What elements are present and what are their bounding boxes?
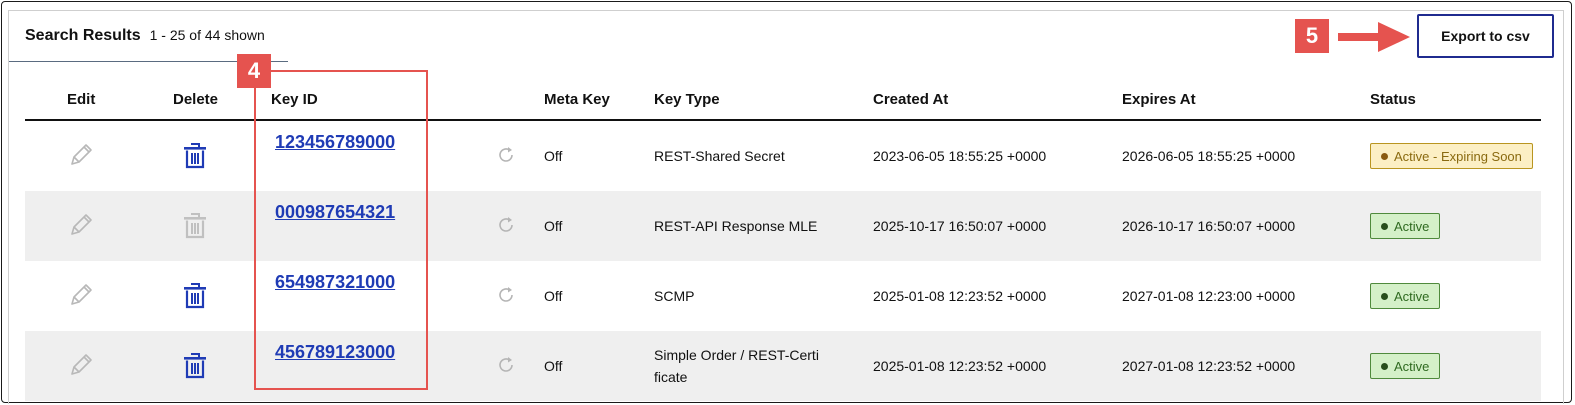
created-at-value: 2023-06-05 18:55:25 +0000 [873, 148, 1047, 164]
meta-key-value: Off [544, 288, 563, 304]
callout-badge-export: 5 [1295, 19, 1329, 53]
pencil-icon [67, 211, 95, 242]
table-row: 654987321000 Off SCMP 2025-01-08 12:23:52 +… [25, 261, 1541, 331]
status-label: Active - Expiring Soon [1394, 148, 1522, 164]
results-count: 1 - 25 of 44 shown [149, 27, 265, 43]
delete-button[interactable] [182, 331, 208, 401]
expires-at-value: 2027-01-08 12:23:00 +0000 [1122, 288, 1296, 304]
status-label: Active [1394, 358, 1430, 374]
key-id-link[interactable]: 456789123000 [275, 342, 395, 363]
trash-icon [182, 141, 208, 172]
expires-at-value: 2026-10-17 16:50:07 +0000 [1122, 218, 1296, 234]
column-header-meta-key[interactable]: Meta Key [544, 91, 610, 108]
key-id-link[interactable]: 000987654321 [275, 202, 395, 223]
expires-at-value: 2027-01-08 12:23:52 +0000 [1122, 358, 1296, 374]
rotate-icon [497, 356, 515, 377]
trash-icon [182, 211, 208, 242]
created-at-value: 2025-01-08 12:23:52 +0000 [873, 288, 1047, 304]
trash-icon [182, 281, 208, 312]
key-id-link[interactable]: 123456789000 [275, 132, 395, 153]
expires-at-value: 2026-06-05 18:55:25 +0000 [1122, 148, 1296, 164]
column-header-expires-at[interactable]: Expires At [1122, 91, 1196, 108]
column-header-key-type[interactable]: Key Type [654, 91, 720, 108]
key-type-value: REST-API Response MLE [654, 191, 817, 261]
column-header-key-id[interactable]: Key ID [271, 91, 318, 108]
key-type-line-2: ficate [654, 369, 688, 385]
edit-button[interactable] [67, 191, 95, 261]
created-at-value: 2025-01-08 12:23:52 +0000 [873, 358, 1047, 374]
callout-arrow-icon [1338, 22, 1410, 52]
status-cell: Active [1370, 261, 1441, 331]
pencil-icon [67, 351, 95, 382]
edit-button[interactable] [67, 261, 95, 331]
status-label: Active [1394, 218, 1430, 234]
callout-badge-key-id: 4 [237, 54, 271, 88]
rotate-icon [497, 286, 515, 307]
key-type-line-1: SCMP [654, 288, 695, 304]
edit-button[interactable] [67, 331, 95, 401]
table-row: 000987654321 Off REST-API Response MLE 2025… [25, 191, 1541, 261]
key-id-cell: 456789123000 [275, 317, 395, 387]
status-cell: Active [1370, 191, 1441, 261]
table-row: 123456789000 Off REST-Shared Secret 2023-06… [25, 121, 1541, 191]
column-header-edit: Edit [67, 91, 96, 108]
status-dot-icon [1381, 362, 1388, 370]
key-type-line-1: REST-Shared Secret [654, 148, 785, 164]
delete-button[interactable] [182, 121, 208, 191]
status-dot-icon [1381, 152, 1388, 160]
edit-button[interactable] [67, 121, 95, 191]
status-cell: Active - Expiring Soon [1370, 121, 1533, 191]
export-csv-button[interactable]: Export to csv [1417, 14, 1554, 58]
status-badge: Active [1370, 213, 1441, 239]
key-type-line-1: REST-API Response MLE [654, 218, 818, 234]
status-badge: Active [1370, 353, 1441, 379]
created-at-value: 2025-10-17 16:50:07 +0000 [873, 218, 1047, 234]
status-cell: Active [1370, 331, 1441, 401]
key-id-cell: 000987654321 [275, 177, 395, 247]
results-header: Search Results 1 - 25 of 44 shown [25, 27, 265, 47]
column-header-status[interactable]: Status [1370, 91, 1416, 108]
rotate-key-button [497, 261, 515, 331]
pencil-icon [67, 141, 95, 172]
meta-key-value: Off [544, 218, 563, 234]
rotate-icon [497, 146, 515, 167]
pencil-icon [67, 281, 95, 312]
results-title: Search Results [25, 27, 141, 44]
key-type-line-1: Simple Order / REST-Certi [654, 347, 819, 363]
column-header-delete: Delete [173, 91, 219, 108]
status-label: Active [1394, 288, 1430, 304]
column-header-created-at[interactable]: Created At [873, 91, 948, 108]
rotate-key-button [497, 331, 515, 401]
key-id-cell: 123456789000 [275, 107, 395, 177]
status-dot-icon [1381, 222, 1388, 230]
key-id-cell: 654987321000 [275, 247, 395, 317]
key-type-value: Simple Order / REST-Certi ficate [654, 331, 819, 401]
delete-button[interactable] [182, 261, 208, 331]
rotate-icon [497, 216, 515, 237]
delete-button [182, 191, 208, 261]
key-type-value: REST-Shared Secret [654, 121, 785, 191]
table-row: 456789123000 Off Simple Order / REST-Certi… [25, 331, 1541, 401]
trash-icon [182, 351, 208, 382]
status-dot-icon [1381, 292, 1388, 300]
status-badge: Active - Expiring Soon [1370, 143, 1533, 169]
rotate-key-button [497, 121, 515, 191]
meta-key-value: Off [544, 148, 563, 164]
key-type-value: SCMP [654, 261, 694, 331]
status-badge: Active [1370, 283, 1441, 309]
rotate-key-button [497, 191, 515, 261]
key-id-link[interactable]: 654987321000 [275, 272, 395, 293]
meta-key-value: Off [544, 358, 563, 374]
